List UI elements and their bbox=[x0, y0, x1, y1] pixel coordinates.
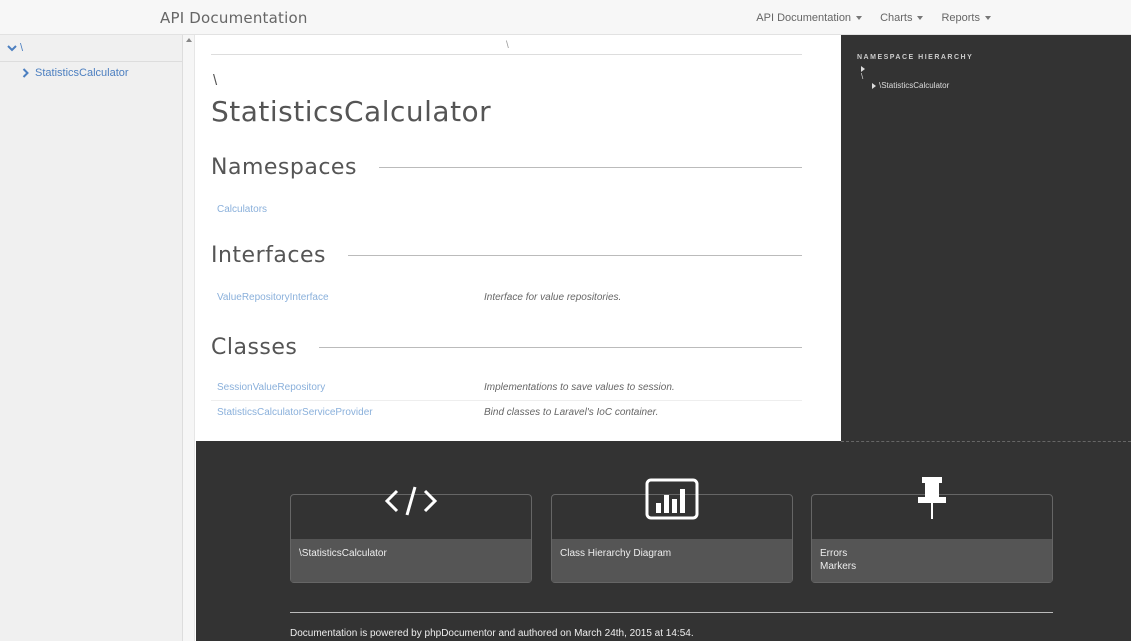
card-class-hierarchy-diagram[interactable]: Class Hierarchy Diagram bbox=[551, 478, 793, 583]
namespace-link-calculators[interactable]: Calculators bbox=[217, 204, 267, 215]
hierarchy-child-node[interactable]: \StatisticsCalculator bbox=[872, 81, 949, 90]
sidebar-divider bbox=[0, 61, 183, 62]
card-namespace-statisticscalculator[interactable]: \StatisticsCalculator bbox=[290, 486, 532, 583]
scroll-up-arrow-icon[interactable] bbox=[186, 38, 192, 42]
caret-down-icon bbox=[985, 16, 991, 20]
caret-down-icon bbox=[856, 16, 863, 20]
sidebar-item-label: StatisticsCalculator bbox=[35, 67, 129, 79]
classes-heading: Classes bbox=[211, 335, 802, 360]
sidebar: \ StatisticsCalculator bbox=[0, 35, 183, 641]
chevron-down-icon bbox=[7, 45, 17, 52]
nav-reports-dropdown[interactable]: Reports bbox=[941, 12, 991, 24]
sidebar-scrollbar[interactable] bbox=[183, 35, 195, 641]
top-navbar: API Documentation API Documentation Char… bbox=[0, 0, 1131, 35]
namespace-hierarchy-panel: NAMESPACE HIERARCHY \ \StatisticsCalcula… bbox=[841, 35, 1131, 441]
class-link-sessionvaluerepository[interactable]: SessionValueRepository bbox=[217, 382, 325, 393]
row-divider bbox=[211, 400, 802, 401]
class-description: Bind classes to Laravel's IoC container. bbox=[484, 407, 659, 418]
sidebar-item-statisticscalculator[interactable]: StatisticsCalculator bbox=[22, 67, 129, 79]
nav-item-label: Charts bbox=[880, 12, 913, 24]
card-label: \StatisticsCalculator bbox=[299, 548, 387, 559]
breadcrumb-divider bbox=[211, 54, 802, 55]
section-rule bbox=[319, 347, 802, 348]
nav-charts-dropdown[interactable]: Charts bbox=[880, 12, 924, 24]
code-icon bbox=[384, 486, 438, 516]
card-label: Class Hierarchy Diagram bbox=[560, 548, 672, 559]
card-footer: Errors Markers bbox=[812, 539, 1052, 582]
section-title: Interfaces bbox=[211, 243, 326, 268]
section-title: Namespaces bbox=[211, 155, 357, 180]
nav-api-documentation-dropdown[interactable]: API Documentation bbox=[756, 12, 863, 24]
sidebar-root-label: \ bbox=[20, 42, 24, 54]
card-footer: Class Hierarchy Diagram bbox=[552, 539, 792, 582]
caret-down-icon bbox=[917, 16, 924, 20]
section-rule bbox=[378, 167, 802, 168]
caret-right-icon bbox=[872, 82, 876, 89]
card-errors-markers[interactable]: Errors Markers bbox=[811, 477, 1053, 583]
page-title: StatisticsCalculator bbox=[211, 95, 492, 128]
nav-menu: API Documentation Charts Reports bbox=[756, 12, 991, 24]
breadcrumb[interactable]: \ bbox=[506, 40, 509, 51]
section-title: Classes bbox=[211, 335, 298, 360]
namespace-prefix: \ bbox=[213, 72, 218, 89]
footer: \StatisticsCalculator Class Hierarchy Di… bbox=[196, 441, 1131, 641]
footer-credit: Documentation is powered by phpDocumento… bbox=[290, 628, 694, 639]
card-footer: \StatisticsCalculator bbox=[291, 539, 531, 582]
brand-title[interactable]: API Documentation bbox=[160, 9, 308, 27]
pushpin-icon bbox=[918, 477, 946, 519]
section-rule bbox=[347, 255, 802, 256]
footer-dashed-divider bbox=[841, 441, 1131, 442]
footer-divider bbox=[290, 612, 1053, 613]
main-content: \ \ StatisticsCalculator Namespaces Calc… bbox=[196, 35, 841, 441]
chevron-right-icon bbox=[22, 68, 29, 78]
hierarchy-root-label: \ bbox=[861, 72, 864, 81]
interfaces-heading: Interfaces bbox=[211, 243, 802, 268]
interface-description: Interface for value repositories. bbox=[484, 292, 622, 303]
card-label: Errors Markers bbox=[820, 547, 856, 573]
hierarchy-child-label: \StatisticsCalculator bbox=[879, 81, 950, 90]
namespaces-heading: Namespaces bbox=[211, 155, 802, 180]
bar-chart-icon bbox=[645, 478, 699, 520]
nav-item-label: Reports bbox=[941, 12, 980, 24]
sidebar-root-namespace[interactable]: \ bbox=[7, 42, 23, 54]
class-link-statisticscalculatorserviceprovider[interactable]: StatisticsCalculatorServiceProvider bbox=[217, 407, 373, 418]
class-description: Implementations to save values to sessio… bbox=[484, 382, 675, 393]
hierarchy-root-node[interactable]: \ bbox=[861, 66, 865, 81]
interface-link-valuerepositoryinterface[interactable]: ValueRepositoryInterface bbox=[217, 292, 329, 303]
nav-item-label: API Documentation bbox=[756, 12, 852, 24]
card-label-markers[interactable]: Markers bbox=[820, 560, 856, 573]
panel-title: NAMESPACE HIERARCHY bbox=[857, 54, 974, 61]
card-label-errors[interactable]: Errors bbox=[820, 547, 856, 560]
